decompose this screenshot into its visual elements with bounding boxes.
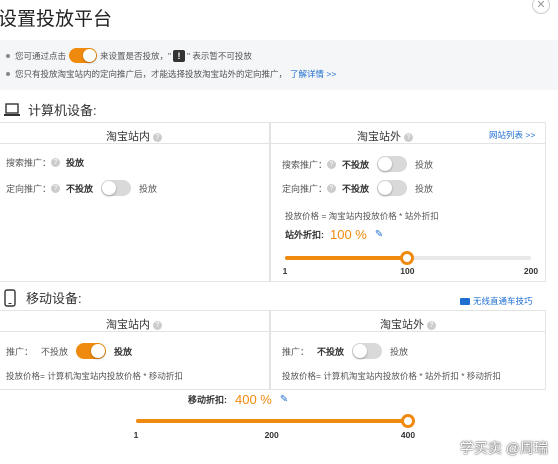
mobile-discount-row: 移动折扣: 400 % ✎ [188,392,288,407]
edit-pencil-icon[interactable]: ✎ [280,394,288,405]
discount-value: 400 % [235,392,272,407]
slider-tick: 1 [133,430,139,440]
bullet-icon [6,72,10,76]
promotion-label: 推广： [282,346,310,357]
computer-slider-ticks: 1 100 200 [282,266,538,278]
slider-fill [285,256,408,260]
mobile-slider-ticks: 1 200 400 [133,430,415,442]
warning-icon: ! [173,49,186,62]
divider [0,143,270,144]
on-label: 投放 [114,346,133,357]
info-text: 来设置是否投放，" [100,50,172,61]
slider-tick: 200 [264,430,279,440]
promotion-label: 推广： [6,346,34,357]
slider-fill [136,419,408,423]
slider-tick: 400 [400,430,416,440]
help-icon[interactable]: ? [153,320,162,330]
slider-handle[interactable] [401,414,415,428]
info-text: " 表示暂不可投放 [187,50,252,61]
help-icon[interactable]: ? [327,159,337,169]
panel-title-label: 淘宝站内 [106,131,150,143]
computer-inside-target-toggle[interactable] [101,180,132,196]
slider-tick: 1 [282,266,288,276]
sample-toggle [69,48,98,63]
panel-title-label: 淘宝站内 [106,319,150,331]
computer-outside-target-row: 定向推广： ? 不投放 投放 [282,180,433,196]
help-icon[interactable]: ? [327,183,337,193]
discount-value: 100 % [330,227,367,242]
mobile-outside-formula: 投放价格= 计算机淘宝站内投放价格 * 站外折扣 * 移动折扣 [282,371,501,381]
slider-tick: 200 [523,266,539,276]
divider [270,331,546,332]
search-label: 搜索推广： [6,158,52,168]
computer-inside-title: 淘宝站内? [0,128,270,144]
off-label: 不投放 [66,183,94,194]
learn-more-link[interactable]: 了解详情 >> [290,68,336,80]
help-icon[interactable]: ? [404,132,413,142]
computer-outside-search-toggle[interactable] [377,156,408,172]
computer-inside-target-row: 定向推广： ? 不投放 投放 [6,180,157,196]
info-line-1: 您可通过点击 来设置是否投放，" ! " 表示暂不可投放 [6,48,252,63]
off-label: 不投放 [342,183,370,194]
bullet-icon [6,53,10,58]
site-list-link[interactable]: 网站列表 >> [489,129,535,141]
page-title: 设置投放平台 [0,9,113,30]
computer-outside-formula: 投放价格 = 淘宝站内投放价格 * 站外折扣 [285,211,439,221]
info-box: 您可通过点击 来设置是否投放，" ! " 表示暂不可投放 您只有投放淘宝站内的定… [0,40,558,90]
computer-outside-target-toggle[interactable] [377,180,408,196]
help-icon[interactable]: ? [153,132,162,142]
mobile-inside-row: 推广： 不投放 投放 [6,343,132,359]
watermark-text: 学买卖 @周瑞 [459,440,548,456]
info-text: 您只有投放淘宝站内的定向推广后，才能选择投放淘宝站外的定向推广， [15,69,288,79]
target-label: 定向推广： [282,183,328,194]
off-label: 不投放 [41,346,69,357]
mobile-inside-toggle[interactable] [76,343,107,359]
computer-outside-title: 淘宝站外? [270,128,500,144]
target-label: 定向推广： [6,183,52,194]
info-line-2: 您只有投放淘宝站内的定向推广后，才能选择投放淘宝站外的定向推广， 了解详情 >> [6,68,336,80]
on-label: 投放 [390,346,409,357]
info-text: 您可通过点击 [15,50,67,61]
on-label: 投放 [139,183,158,194]
off-label: 不投放 [342,159,370,170]
help-icon[interactable]: ? [51,183,61,193]
off-label: 不投放 [317,346,345,357]
mobile-outside-title: 淘宝站外? [270,316,546,332]
mobile-tips-link[interactable]: 无线直通车技巧 [460,295,533,307]
help-icon[interactable]: ? [51,158,61,167]
on-label: 投放 [415,183,434,194]
computer-inside-panel [0,122,270,282]
computer-inside-search-row: 搜索推广： ? 投放 [6,156,84,169]
discount-label: 站外折扣: [285,230,324,240]
mobile-heading: 移动设备: [4,288,82,307]
mobile-phone-icon [4,288,16,307]
slider-tick: 100 [400,266,415,276]
divider [0,331,270,332]
edit-pencil-icon[interactable]: ✎ [375,229,383,240]
mobile-inside-formula: 投放价格= 计算机淘宝站内投放价格 * 移动折扣 [6,371,183,381]
panel-title-label: 淘宝站外 [380,319,424,331]
video-icon [460,297,470,305]
mobile-outside-toggle[interactable] [352,343,383,359]
computer-discount-slider[interactable] [285,251,531,265]
mobile-outside-row: 推广： 不投放 投放 [282,343,408,359]
close-icon[interactable]: ✕ [532,0,550,14]
computer-heading-label: 计算机设备: [28,103,97,118]
mobile-heading-label: 移动设备: [26,291,82,306]
search-status: 投放 [66,158,85,168]
computer-outside-search-row: 搜索推广： ? 不投放 投放 [282,156,433,172]
tips-link-label: 无线直通车技巧 [473,296,533,306]
on-label: 投放 [415,159,434,170]
panel-title-label: 淘宝站外 [357,131,401,143]
search-label: 搜索推广： [282,159,328,170]
computer-discount-row: 站外折扣: 100 % ✎ [285,227,383,242]
discount-label: 移动折扣: [188,395,227,405]
computer-heading: 计算机设备: [4,100,97,119]
computer-icon [4,102,20,116]
help-icon[interactable]: ? [427,320,436,330]
divider [270,143,546,144]
mobile-inside-title: 淘宝站内? [0,316,270,332]
mobile-discount-slider[interactable] [136,414,415,428]
